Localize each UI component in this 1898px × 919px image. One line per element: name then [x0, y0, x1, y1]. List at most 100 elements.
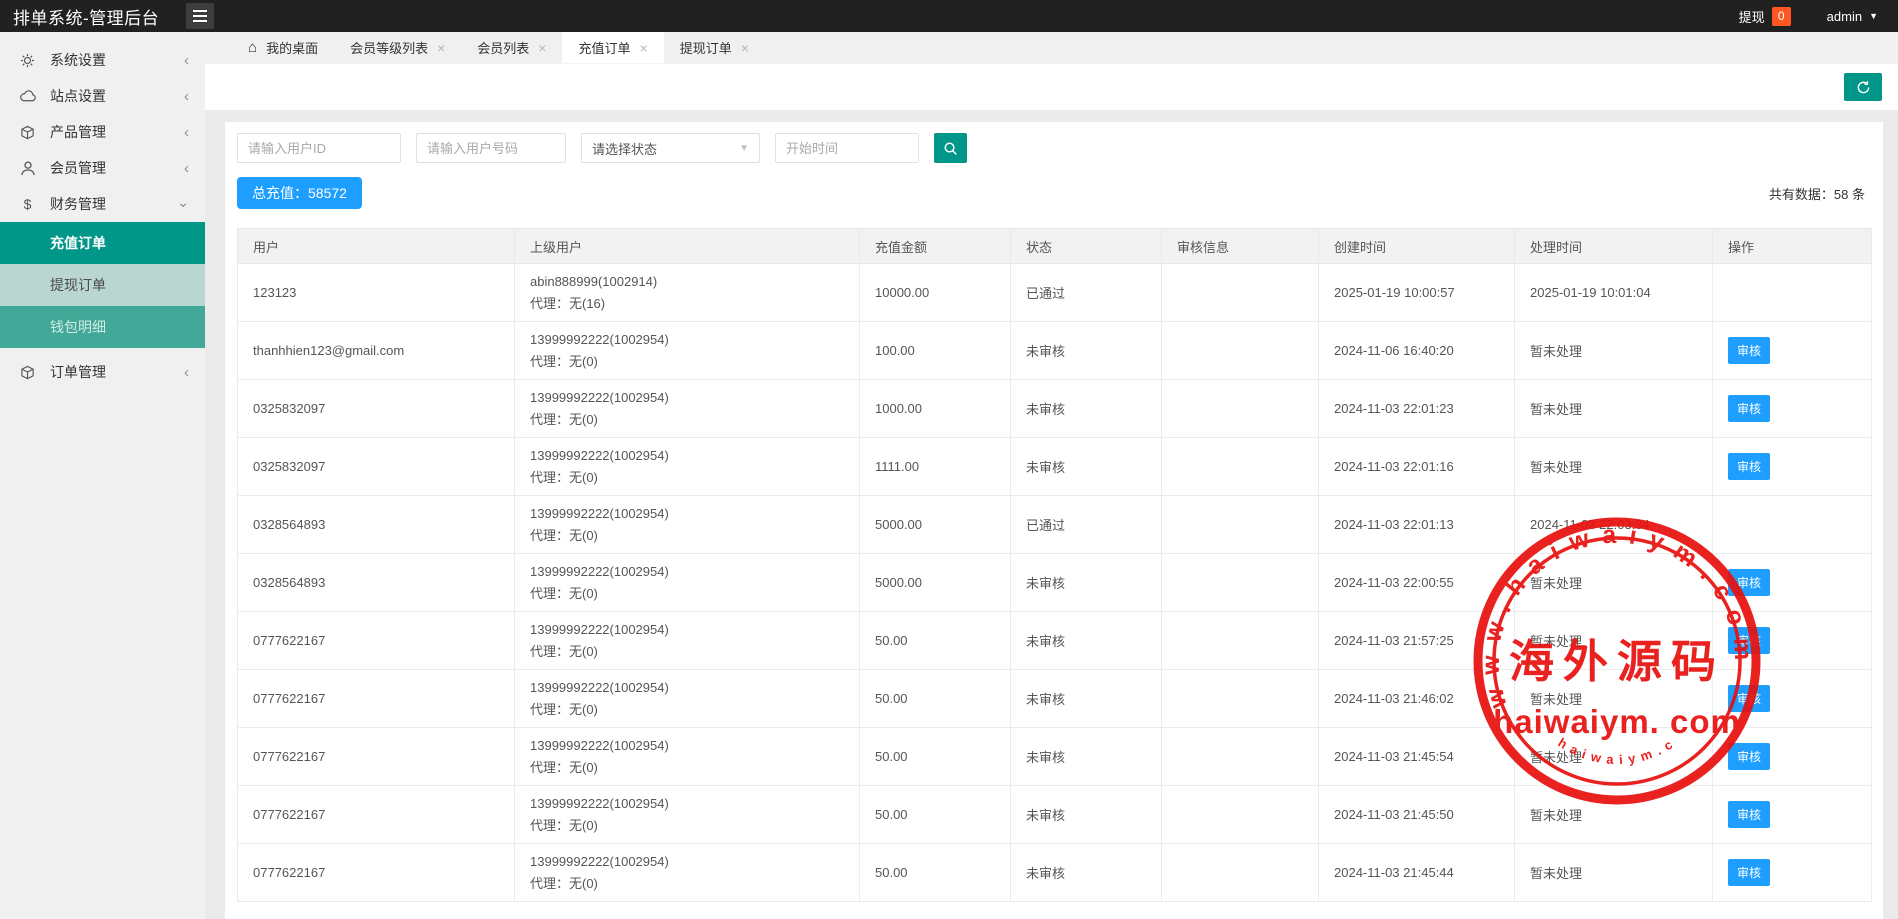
- table-row: 0777622167 13999992222(1002954) 代理：无(0) …: [238, 670, 1872, 728]
- cell-created-time: 2024-11-06 16:40:20: [1319, 322, 1515, 380]
- cell-amount: 50.00: [860, 728, 1011, 786]
- cell-processed-time: 暂未处理: [1515, 728, 1713, 786]
- withdraw-notice[interactable]: 提现 0: [1739, 7, 1791, 26]
- cell-status: 未审核: [1011, 786, 1162, 844]
- cell-processed-time: 暂未处理: [1515, 612, 1713, 670]
- cell-created-time: 2024-11-03 22:01:23: [1319, 380, 1515, 438]
- user-menu[interactable]: admin ▼: [1827, 9, 1878, 24]
- site-icon: [19, 90, 36, 102]
- cell-user: 0777622167: [238, 728, 515, 786]
- audit-button[interactable]: 审核: [1728, 801, 1770, 828]
- stats-row: 总充值：58572 共有数据：58 条: [237, 177, 1871, 209]
- sidebar-subitem-label: 钱包明细: [50, 317, 106, 337]
- close-icon[interactable]: ×: [437, 40, 445, 56]
- tab-bar: ⌂ 我的桌面 会员等级列表 × 会员列表 × 充值订单 × 提现订单 ×: [205, 32, 1898, 63]
- parent-agent: 代理：无(0): [530, 409, 859, 431]
- cell-audit-info: [1162, 438, 1319, 496]
- cell-parent-user: 13999992222(1002954) 代理：无(0): [515, 612, 860, 670]
- close-icon[interactable]: ×: [640, 40, 648, 56]
- sidebar-item-system-settings[interactable]: 系统设置 ‹: [0, 42, 205, 78]
- member-icon: [19, 161, 36, 176]
- parent-agent: 代理：无(0): [530, 815, 859, 837]
- column-header: 上级用户: [515, 229, 860, 264]
- cell-amount: 10000.00: [860, 264, 1011, 322]
- table-row: 0325832097 13999992222(1002954) 代理：无(0) …: [238, 438, 1872, 496]
- cell-status: 未审核: [1011, 322, 1162, 380]
- tab-member-levels[interactable]: 会员等级列表 ×: [334, 32, 461, 63]
- sidebar-item-finance-management[interactable]: $ 财务管理 ⌄: [0, 186, 205, 222]
- cell-amount: 1000.00: [860, 380, 1011, 438]
- audit-button[interactable]: 审核: [1728, 743, 1770, 770]
- cell-audit-info: [1162, 322, 1319, 380]
- sidebar-item-label: 产品管理: [50, 122, 106, 142]
- tab-withdraw-orders[interactable]: 提现订单 ×: [664, 32, 765, 63]
- parent-agent: 代理：无(0): [530, 351, 859, 373]
- cell-action: [1713, 496, 1872, 554]
- start-time-input[interactable]: [775, 133, 919, 163]
- sidebar-item-product-management[interactable]: 产品管理 ‹: [0, 114, 205, 150]
- withdraw-label: 提现: [1739, 7, 1765, 26]
- sidebar-toggle-button[interactable]: [186, 3, 214, 29]
- audit-button[interactable]: 审核: [1728, 685, 1770, 712]
- status-select[interactable]: 请选择状态 ▼: [581, 133, 760, 163]
- sidebar-item-label: 站点设置: [50, 86, 106, 106]
- cell-created-time: 2024-11-03 22:01:13: [1319, 496, 1515, 554]
- user-id-input[interactable]: [237, 133, 401, 163]
- topbar: 排单系统-管理后台 提现 0 admin ▼: [0, 0, 1898, 32]
- cell-processed-time: 暂未处理: [1515, 380, 1713, 438]
- cell-amount: 5000.00: [860, 496, 1011, 554]
- sidebar-subitem-wallet-details[interactable]: 钱包明细: [0, 306, 205, 348]
- tab-member-list[interactable]: 会员列表 ×: [461, 32, 562, 63]
- table-row: thanhhien123@gmail.com 13999992222(10029…: [238, 322, 1872, 380]
- parent-account: 13999992222(1002954): [530, 677, 859, 699]
- sidebar-item-member-management[interactable]: 会员管理 ‹: [0, 150, 205, 186]
- cell-action: 审核: [1713, 438, 1872, 496]
- audit-button[interactable]: 审核: [1728, 453, 1770, 480]
- cell-user: 0328564893: [238, 554, 515, 612]
- close-icon[interactable]: ×: [538, 40, 546, 56]
- close-icon[interactable]: ×: [741, 40, 749, 56]
- sidebar-item-order-management[interactable]: 订单管理 ‹: [0, 354, 205, 390]
- cell-amount: 50.00: [860, 670, 1011, 728]
- user-phone-input[interactable]: [416, 133, 566, 163]
- cell-processed-time: 暂未处理: [1515, 322, 1713, 380]
- audit-button[interactable]: 审核: [1728, 569, 1770, 596]
- cell-status: 未审核: [1011, 844, 1162, 902]
- cell-action: 审核: [1713, 380, 1872, 438]
- cell-user: 0777622167: [238, 612, 515, 670]
- audit-button[interactable]: 审核: [1728, 337, 1770, 364]
- cell-status: 已通过: [1011, 264, 1162, 322]
- cell-action: [1713, 264, 1872, 322]
- cell-parent-user: abin888999(1002914) 代理：无(16): [515, 264, 860, 322]
- parent-account: 13999992222(1002954): [530, 503, 859, 525]
- cell-parent-user: 13999992222(1002954) 代理：无(0): [515, 438, 860, 496]
- parent-agent: 代理：无(0): [530, 467, 859, 489]
- cell-amount: 100.00: [860, 322, 1011, 380]
- refresh-button[interactable]: [1844, 73, 1882, 101]
- cell-created-time: 2024-11-03 21:45:50: [1319, 786, 1515, 844]
- parent-account: 13999992222(1002954): [530, 445, 859, 467]
- cell-processed-time: 暂未处理: [1515, 554, 1713, 612]
- cell-amount: 50.00: [860, 612, 1011, 670]
- sidebar-item-label: 系统设置: [50, 50, 106, 70]
- withdraw-count-badge: 0: [1772, 7, 1791, 26]
- search-button[interactable]: [934, 133, 967, 163]
- audit-button[interactable]: 审核: [1728, 395, 1770, 422]
- sidebar-item-site-settings[interactable]: 站点设置 ‹: [0, 78, 205, 114]
- sidebar-subitem-recharge-orders[interactable]: 充值订单: [0, 222, 205, 264]
- audit-button[interactable]: 审核: [1728, 859, 1770, 886]
- tab-my-desktop[interactable]: ⌂ 我的桌面: [232, 32, 334, 63]
- cell-audit-info: [1162, 728, 1319, 786]
- cell-created-time: 2024-11-03 21:57:25: [1319, 612, 1515, 670]
- tab-recharge-orders[interactable]: 充值订单 ×: [562, 32, 663, 63]
- cell-audit-info: [1162, 786, 1319, 844]
- recharge-orders-card: 请选择状态 ▼ 总充值：58572 共有数据：58 条: [225, 122, 1883, 919]
- sidebar-subitem-withdraw-orders[interactable]: 提现订单: [0, 264, 205, 306]
- column-header: 处理时间: [1515, 229, 1713, 264]
- audit-button[interactable]: 审核: [1728, 627, 1770, 654]
- hamburger-icon: [193, 10, 207, 22]
- cell-parent-user: 13999992222(1002954) 代理：无(0): [515, 380, 860, 438]
- tab-label: 充值订单: [578, 38, 630, 57]
- orders-table-body: 123123 abin888999(1002914) 代理：无(16) 1000…: [238, 264, 1872, 902]
- parent-agent: 代理：无(0): [530, 873, 859, 895]
